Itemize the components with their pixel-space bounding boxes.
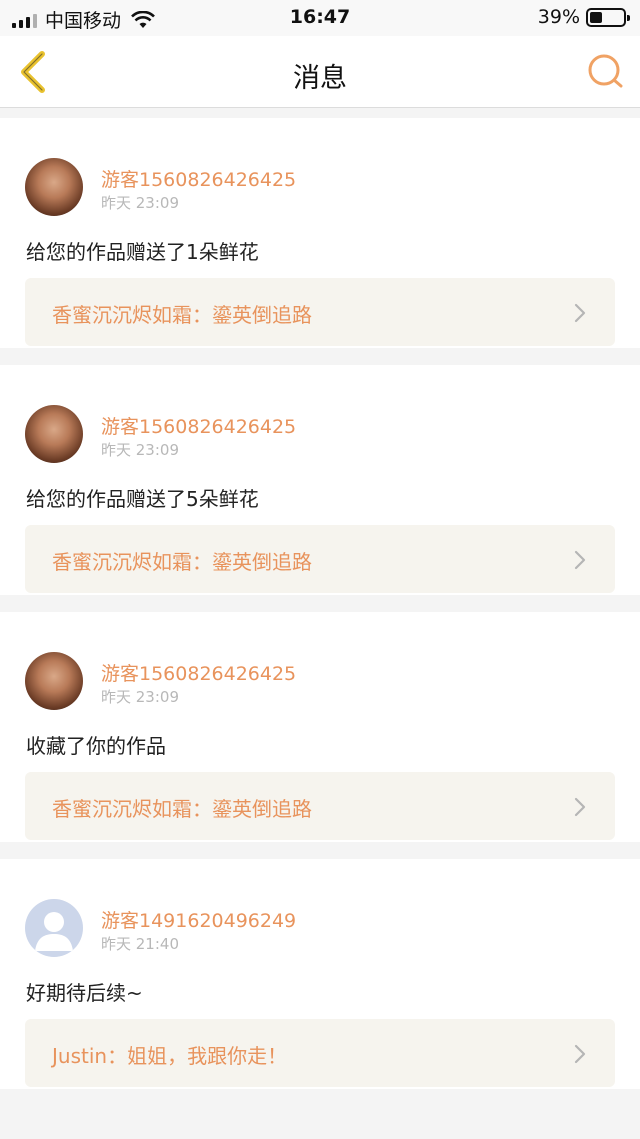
message-card: 游客1560826426425 昨天 23:09 给您的作品赠送了5朵鲜花 香蜜…	[0, 365, 640, 595]
message-card: 游客1560826426425 昨天 23:09 收藏了你的作品 香蜜沉沉烬如霜…	[0, 612, 640, 842]
work-link[interactable]: Justin：姐姐，我跟你走！	[25, 1019, 615, 1087]
avatar[interactable]	[25, 158, 83, 216]
username[interactable]: 游客1560826426425	[101, 659, 296, 686]
status-bar: 中国移动 16:47 39%	[0, 0, 640, 36]
message-list: 游客1560826426425 昨天 23:09 给您的作品赠送了1朵鲜花 香蜜…	[0, 118, 640, 1106]
chevron-right-icon	[574, 797, 586, 817]
timestamp: 昨天 23:09	[101, 441, 179, 459]
avatar[interactable]	[25, 652, 83, 710]
work-link[interactable]: 香蜜沉沉烬如霜：鎏英倒追路	[25, 278, 615, 346]
message-content: 收藏了你的作品	[26, 734, 166, 758]
search-icon[interactable]	[586, 52, 626, 92]
nav-bar: 消息	[0, 36, 640, 108]
work-title: 香蜜沉沉烬如霜：鎏英倒追路	[52, 303, 312, 327]
page-title: 消息	[293, 63, 347, 94]
avatar[interactable]	[25, 899, 83, 957]
battery-icon	[586, 7, 630, 27]
status-right: 39%	[537, 6, 630, 28]
work-link[interactable]: 香蜜沉沉烬如霜：鎏英倒追路	[25, 525, 615, 593]
avatar[interactable]	[25, 405, 83, 463]
timestamp: 昨天 23:09	[101, 194, 179, 212]
message-content: 给您的作品赠送了1朵鲜花	[26, 240, 259, 264]
battery-fill	[590, 11, 603, 23]
work-title: 香蜜沉沉烬如霜：鎏英倒追路	[52, 797, 312, 821]
work-title: 香蜜沉沉烬如霜：鎏英倒追路	[52, 550, 312, 574]
timestamp: 昨天 23:09	[101, 688, 179, 706]
message-card: 游客1491620496249 昨天 21:40 好期待后续~ Justin：姐…	[0, 859, 640, 1089]
battery-percent: 39%	[537, 6, 580, 28]
work-link[interactable]: 香蜜沉沉烬如霜：鎏英倒追路	[25, 772, 615, 840]
default-avatar-icon	[35, 912, 73, 951]
timestamp: 昨天 21:40	[101, 935, 179, 953]
chevron-right-icon	[574, 1044, 586, 1064]
username[interactable]: 游客1560826426425	[101, 165, 296, 192]
message-card: 游客1560826426425 昨天 23:09 给您的作品赠送了1朵鲜花 香蜜…	[0, 118, 640, 348]
chevron-right-icon	[574, 550, 586, 570]
message-content: 好期待后续~	[26, 981, 143, 1005]
work-title: Justin：姐姐，我跟你走！	[52, 1044, 288, 1068]
message-content: 给您的作品赠送了5朵鲜花	[26, 487, 259, 511]
username[interactable]: 游客1491620496249	[101, 906, 296, 933]
username[interactable]: 游客1560826426425	[101, 412, 296, 439]
chevron-right-icon	[574, 303, 586, 323]
